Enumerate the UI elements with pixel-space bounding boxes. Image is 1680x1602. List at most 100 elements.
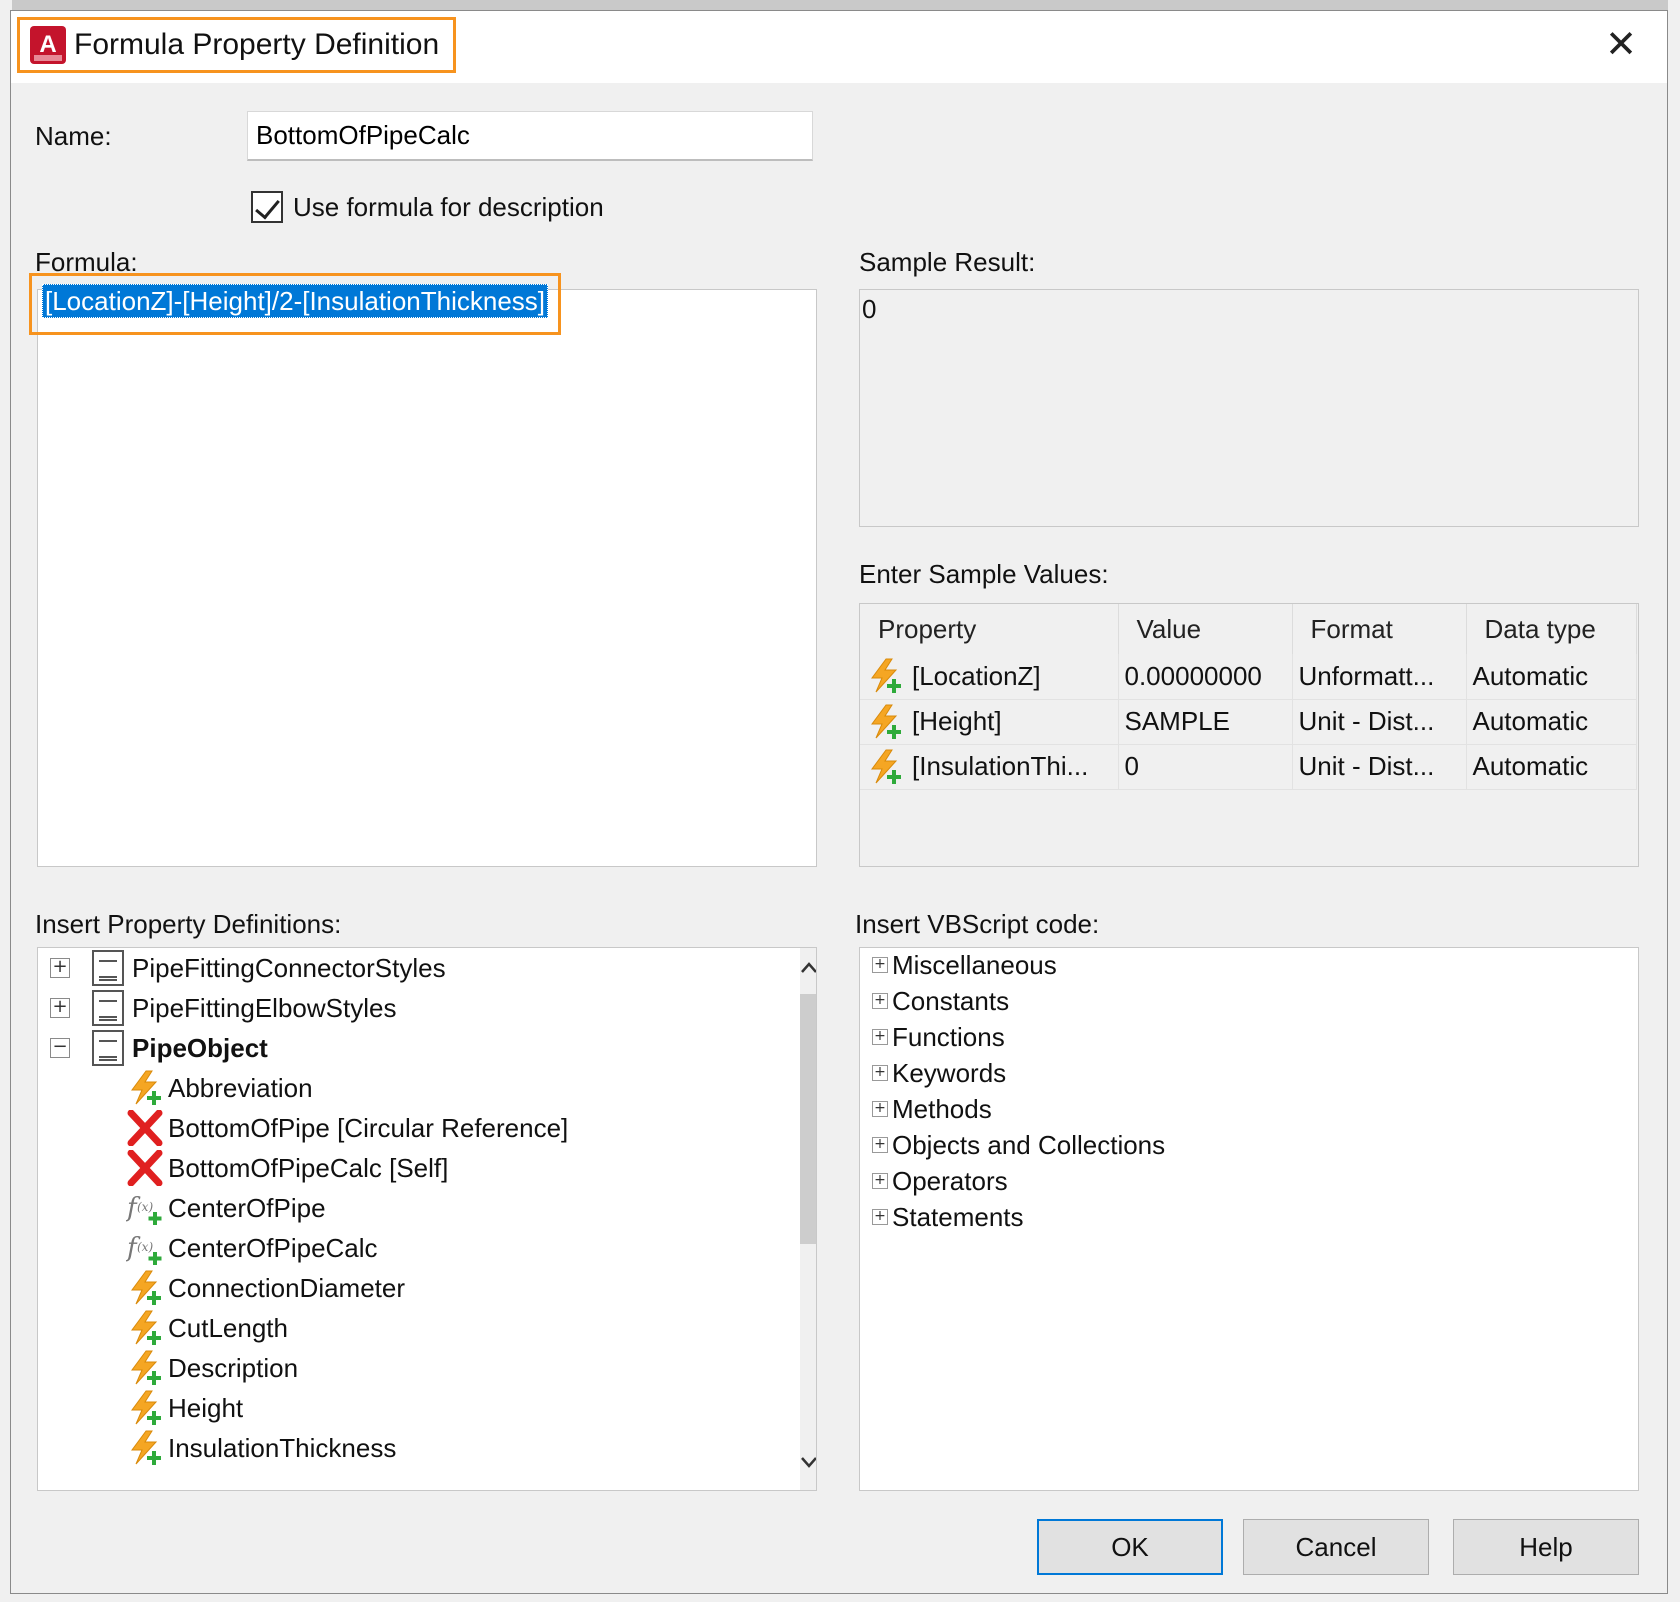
autocad-app-icon: A [30, 26, 66, 64]
vb-item-methods[interactable]: + Methods [872, 1092, 992, 1126]
value-cell[interactable]: 0 [1118, 744, 1293, 790]
tree-item[interactable]: Description [126, 1348, 298, 1388]
vb-item-label: Objects and Collections [892, 1129, 1166, 1160]
tree-item[interactable]: InsulationThickness [126, 1428, 396, 1468]
tree-item[interactable]: BottomOfPipe [Circular Reference] [126, 1108, 568, 1148]
formula-property-definition-dialog: A Formula Property Definition ✕ Name: Us… [10, 10, 1668, 1594]
lightning-plus-icon [126, 1390, 164, 1426]
formula-text-selected[interactable]: [LocationZ]-[Height]/2-[InsulationThickn… [42, 284, 549, 318]
scroll-thumb[interactable] [800, 994, 816, 1244]
vb-item-operators[interactable]: + Operators [872, 1164, 1008, 1198]
sample-result-box: 0 [859, 289, 1639, 527]
data-type-cell[interactable]: Automatic [1466, 744, 1637, 790]
name-input[interactable] [247, 111, 813, 161]
tree-item-label: Description [168, 1352, 299, 1383]
vb-item-miscellaneous[interactable]: + Miscellaneous [872, 948, 1057, 982]
table-row[interactable]: [InsulationThi... 0 Unit - Dist... Autom… [860, 744, 1637, 790]
column-header-property[interactable]: Property [860, 604, 1119, 654]
help-button[interactable]: Help [1453, 1519, 1639, 1575]
vb-item-label: Operators [892, 1165, 1008, 1196]
expand-plus-icon[interactable]: + [872, 1029, 888, 1045]
column-header-format[interactable]: Format [1292, 604, 1467, 654]
insert-property-definitions-label: Insert Property Definitions: [35, 909, 342, 939]
cancel-button[interactable]: Cancel [1243, 1519, 1429, 1575]
tree-group-pipefittingelbowstyles[interactable]: + PipeFittingElbowStyles [50, 988, 396, 1028]
format-cell[interactable]: Unit - Dist... [1292, 699, 1467, 745]
property-set-icon [92, 990, 124, 1026]
expand-plus-icon[interactable]: + [50, 958, 70, 978]
table-row[interactable]: [LocationZ] 0.00000000 Unformatt... Auto… [860, 654, 1637, 700]
sample-result-label: Sample Result: [859, 247, 1036, 277]
expand-plus-icon[interactable]: + [872, 1173, 888, 1189]
format-cell[interactable]: Unformatt... [1292, 654, 1467, 700]
column-header-data-type[interactable]: Data type [1466, 604, 1637, 654]
data-type-cell[interactable]: Automatic [1466, 699, 1637, 745]
tree-item[interactable]: f (x) CenterOfPipe [125, 1188, 326, 1228]
formula-fx-icon: f (x) [125, 1190, 164, 1226]
lightning-plus-icon [126, 1270, 164, 1306]
tree-item[interactable]: Height [126, 1388, 243, 1428]
vb-item-statements[interactable]: + Statements [872, 1200, 1024, 1234]
expand-plus-icon[interactable]: + [872, 957, 888, 973]
svg-text:(x): (x) [137, 1240, 153, 1254]
vb-item-label: Keywords [892, 1057, 1007, 1088]
vb-item-functions[interactable]: + Functions [872, 1020, 1005, 1054]
lightning-plus-icon [866, 749, 904, 785]
collapse-minus-icon[interactable]: − [50, 1038, 70, 1058]
vb-item-keywords[interactable]: + Keywords [872, 1056, 1006, 1090]
dialog-title: Formula Property Definition [74, 28, 440, 61]
table-row[interactable]: [Height] SAMPLE Unit - Dist... Automatic [860, 699, 1637, 745]
data-type-cell[interactable]: Automatic [1466, 654, 1637, 700]
tree-scrollbar[interactable] [800, 948, 816, 1490]
tree-item[interactable]: ConnectionDiameter [126, 1268, 405, 1308]
tree-group-label: PipeObject [132, 1032, 268, 1063]
vb-item-label: Functions [892, 1021, 1005, 1052]
tree-item[interactable]: BottomOfPipeCalc [Self] [126, 1148, 448, 1188]
column-header-value[interactable]: Value [1118, 604, 1293, 654]
vb-item-constants[interactable]: + Constants [872, 984, 1009, 1018]
expand-plus-icon[interactable]: + [872, 1137, 888, 1153]
property-set-icon [92, 1030, 124, 1066]
close-icon: ✕ [1605, 24, 1637, 66]
expand-plus-icon[interactable]: + [872, 993, 888, 1009]
value-cell[interactable]: SAMPLE [1118, 699, 1293, 745]
format-cell[interactable]: Unit - Dist... [1292, 744, 1467, 790]
tree-item-label: BottomOfPipeCalc [Self] [168, 1152, 449, 1183]
expand-plus-icon[interactable]: + [50, 998, 70, 1018]
vbscript-tree[interactable]: + Miscellaneous + Constants + Functions + Ke… [859, 947, 1639, 1491]
title-highlight: A Formula Property Definition [17, 17, 457, 73]
expand-plus-icon[interactable]: + [872, 1209, 888, 1225]
tree-item[interactable]: Abbreviation [126, 1068, 313, 1108]
expand-plus-icon[interactable]: + [872, 1065, 888, 1081]
use-formula-for-description-checkbox[interactable]: Use formula for description [251, 191, 604, 223]
scroll-down-icon[interactable] [800, 1448, 816, 1488]
checkbox-label: Use formula for description [293, 191, 604, 222]
lightning-plus-icon [126, 1310, 164, 1346]
tree-item-label: CenterOfPipeCalc [168, 1232, 378, 1263]
tree-group-pipeobject[interactable]: − PipeObject [50, 1028, 268, 1068]
close-button[interactable]: ✕ [1601, 25, 1641, 65]
vb-item-objects-and-collections[interactable]: + Objects and Collections [872, 1128, 1165, 1162]
formula-highlight: [LocationZ]-[Height]/2-[InsulationThickn… [29, 273, 562, 335]
value-cell[interactable]: 0.00000000 [1118, 654, 1293, 700]
tree-group-pipefittingconnectorstyles[interactable]: + PipeFittingConnectorStyles [50, 948, 446, 988]
ok-button[interactable]: OK [1037, 1519, 1223, 1575]
vb-item-label: Methods [892, 1093, 992, 1124]
expand-plus-icon[interactable]: + [872, 1101, 888, 1117]
tree-group-label: PipeFittingElbowStyles [132, 992, 397, 1023]
tree-item-label: ConnectionDiameter [168, 1272, 406, 1303]
vb-item-label: Miscellaneous [892, 949, 1057, 980]
tree-item[interactable]: f (x) CenterOfPipeCalc [125, 1228, 378, 1268]
tree-item-label: Abbreviation [168, 1072, 313, 1103]
scroll-up-icon[interactable] [800, 952, 816, 992]
tree-group-label: PipeFittingConnectorStyles [132, 952, 446, 983]
lightning-plus-icon [126, 1430, 164, 1466]
insert-vbscript-code-label: Insert VBScript code: [855, 909, 1100, 939]
tree-item-label: BottomOfPipe [Circular Reference] [168, 1112, 569, 1143]
tree-item-label: CenterOfPipe [168, 1192, 326, 1223]
formula-editor[interactable] [37, 289, 817, 867]
checkbox-checked-icon[interactable] [251, 191, 283, 223]
tree-item[interactable]: CutLength [126, 1308, 288, 1348]
property-definitions-tree[interactable]: + PipeFittingConnectorStyles + PipeFitti… [37, 947, 817, 1491]
property-name: [Height] [912, 706, 1002, 736]
